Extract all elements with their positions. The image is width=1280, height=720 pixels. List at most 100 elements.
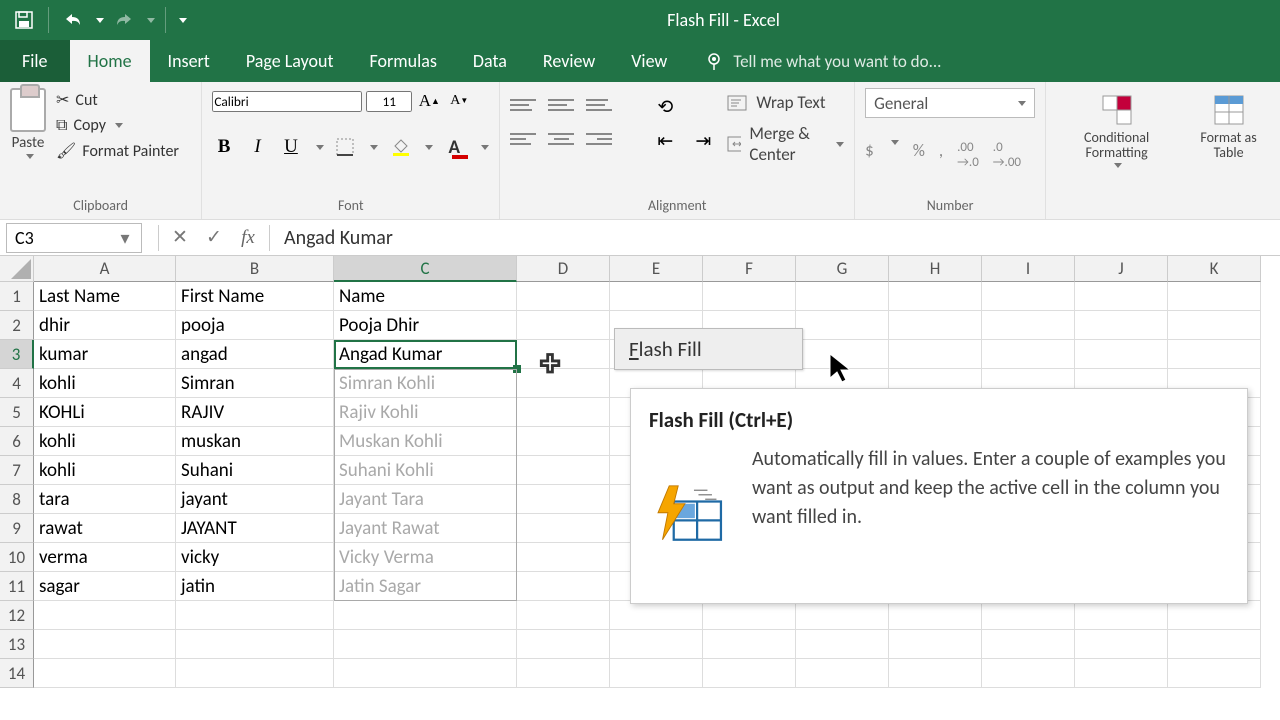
copy-button[interactable]: ⧉ Copy: [56, 116, 179, 135]
cell[interactable]: [517, 456, 610, 485]
col-header-f[interactable]: F: [703, 256, 796, 282]
cell[interactable]: [982, 659, 1075, 688]
cell[interactable]: angad: [176, 340, 334, 369]
number-format-combo[interactable]: General: [865, 88, 1035, 118]
decrease-font-button[interactable]: A▼: [446, 88, 472, 114]
cell[interactable]: [517, 630, 610, 659]
cell[interactable]: tara: [34, 485, 176, 514]
cell[interactable]: [517, 659, 610, 688]
cell[interactable]: [889, 282, 982, 311]
decrease-decimal-button[interactable]: .0→.00: [993, 140, 1021, 170]
cell[interactable]: jatin: [176, 572, 334, 601]
row-header[interactable]: 9: [0, 514, 34, 543]
formula-input[interactable]: Angad Kumar: [274, 226, 1280, 250]
cell[interactable]: [982, 340, 1075, 369]
cell[interactable]: [176, 630, 334, 659]
underline-button[interactable]: U: [279, 134, 302, 160]
tab-formulas[interactable]: Formulas: [352, 40, 455, 82]
select-all-button[interactable]: [0, 256, 34, 282]
cell[interactable]: [517, 543, 610, 572]
tell-me-search[interactable]: Tell me what you want to do...: [705, 51, 941, 72]
cell[interactable]: [1168, 282, 1261, 311]
cell[interactable]: [610, 282, 703, 311]
font-name-combo[interactable]: [212, 91, 362, 112]
cell[interactable]: [1075, 340, 1168, 369]
decrease-indent-button[interactable]: ⇤: [652, 128, 678, 154]
cell[interactable]: Jayant Tara: [334, 485, 517, 514]
cell[interactable]: [703, 630, 796, 659]
cell[interactable]: [176, 601, 334, 630]
tab-review[interactable]: Review: [525, 40, 613, 82]
align-center-button[interactable]: [548, 128, 574, 150]
cell[interactable]: Simran Kohli: [334, 369, 517, 398]
cell[interactable]: [1168, 601, 1261, 630]
cell[interactable]: muskan: [176, 427, 334, 456]
row-header[interactable]: 13: [0, 630, 34, 659]
cell[interactable]: [517, 282, 610, 311]
row-header[interactable]: 14: [0, 659, 34, 688]
cell[interactable]: [517, 514, 610, 543]
format-painter-button[interactable]: 🖌 Format Painter: [56, 141, 179, 161]
cell[interactable]: Suhani: [176, 456, 334, 485]
row-header[interactable]: 8: [0, 485, 34, 514]
cell[interactable]: Vicky Verma: [334, 543, 517, 572]
cell[interactable]: kohli: [34, 456, 176, 485]
col-header-d[interactable]: D: [517, 256, 610, 282]
cell[interactable]: JAYANT: [176, 514, 334, 543]
cell[interactable]: [703, 659, 796, 688]
cell[interactable]: [176, 659, 334, 688]
row-header[interactable]: 7: [0, 456, 34, 485]
cell[interactable]: [703, 601, 796, 630]
orientation-button[interactable]: ⟲: [652, 94, 678, 120]
tab-data[interactable]: Data: [455, 40, 525, 82]
tab-home[interactable]: Home: [70, 40, 150, 82]
cell[interactable]: [1168, 630, 1261, 659]
cell[interactable]: [34, 659, 176, 688]
col-header-e[interactable]: E: [610, 256, 703, 282]
tab-insert[interactable]: Insert: [150, 40, 228, 82]
row-header[interactable]: 5: [0, 398, 34, 427]
col-header-b[interactable]: B: [176, 256, 334, 282]
italic-button[interactable]: I: [246, 134, 269, 160]
cell[interactable]: [517, 340, 610, 369]
bold-button[interactable]: B: [212, 134, 235, 160]
borders-button[interactable]: [334, 134, 357, 160]
cell[interactable]: [796, 340, 889, 369]
cell[interactable]: [889, 659, 982, 688]
cell[interactable]: [1168, 340, 1261, 369]
cell[interactable]: First Name: [176, 282, 334, 311]
wrap-text-button[interactable]: Wrap Text: [726, 92, 844, 113]
cell[interactable]: [1075, 630, 1168, 659]
cell[interactable]: [1075, 311, 1168, 340]
row-header[interactable]: 2: [0, 311, 34, 340]
cell[interactable]: [1168, 659, 1261, 688]
cell[interactable]: Last Name: [34, 282, 176, 311]
cell[interactable]: kumar: [34, 340, 176, 369]
cell[interactable]: kohli: [34, 369, 176, 398]
align-top-button[interactable]: [510, 94, 536, 116]
cell[interactable]: [796, 630, 889, 659]
cell[interactable]: vicky: [176, 543, 334, 572]
tab-page-layout[interactable]: Page Layout: [228, 40, 352, 82]
cell[interactable]: [796, 282, 889, 311]
align-bottom-button[interactable]: [586, 94, 612, 116]
cell[interactable]: [889, 601, 982, 630]
col-header-c[interactable]: C: [334, 256, 517, 282]
cell[interactable]: sagar: [34, 572, 176, 601]
tab-view[interactable]: View: [613, 40, 685, 82]
cell[interactable]: Angad Kumar: [334, 340, 517, 369]
cell[interactable]: Jatin Sagar: [334, 572, 517, 601]
cell[interactable]: verma: [34, 543, 176, 572]
insert-function-button[interactable]: fx: [231, 227, 265, 249]
col-header-k[interactable]: K: [1168, 256, 1261, 282]
undo-button[interactable]: [59, 6, 87, 34]
increase-font-button[interactable]: A▲: [416, 88, 442, 114]
row-header[interactable]: 10: [0, 543, 34, 572]
row-header[interactable]: 4: [0, 369, 34, 398]
merge-center-button[interactable]: Merge & Center: [726, 123, 844, 165]
cell[interactable]: [34, 601, 176, 630]
row-header[interactable]: 1: [0, 282, 34, 311]
percent-button[interactable]: %: [913, 140, 925, 170]
row-header[interactable]: 11: [0, 572, 34, 601]
cell[interactable]: [889, 311, 982, 340]
